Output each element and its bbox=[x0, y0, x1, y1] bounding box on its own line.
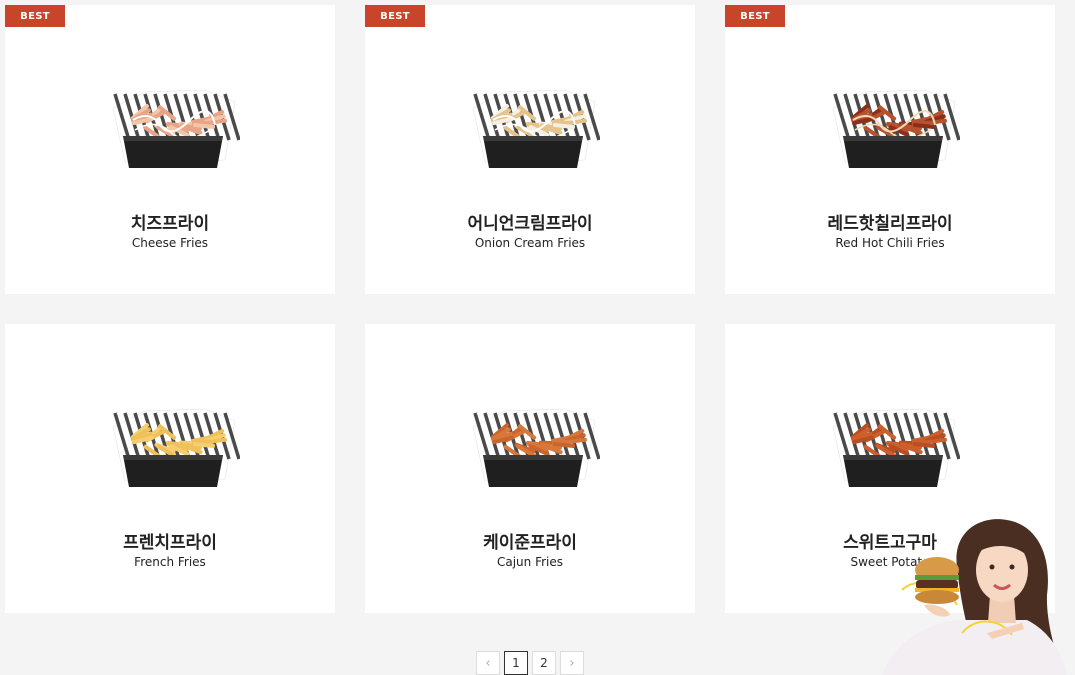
product-name-korean: 어니언크림프라이 bbox=[467, 214, 593, 234]
product-name-english: French Fries bbox=[134, 555, 206, 569]
product-card[interactable]: BEST 치즈프라이 Cheese Fries bbox=[5, 5, 335, 294]
fries-box-image bbox=[832, 89, 960, 168]
product-name-korean: 치즈프라이 bbox=[130, 214, 210, 234]
fries-box-image bbox=[112, 408, 240, 487]
product-name-korean: 케이준프라이 bbox=[483, 533, 577, 553]
best-badge: BEST bbox=[365, 5, 425, 27]
promo-model-with-burger-image bbox=[882, 519, 1067, 675]
best-badge: BEST bbox=[5, 5, 65, 27]
product-name-english: Cheese Fries bbox=[131, 236, 209, 250]
page-1-button[interactable]: 1 bbox=[504, 651, 528, 675]
product-name-english: Cajun Fries bbox=[496, 555, 564, 569]
product-name-english: Red Hot Chili Fries bbox=[835, 236, 945, 250]
fries-box-image bbox=[472, 89, 600, 168]
best-badge: BEST bbox=[725, 5, 785, 27]
pagination: ‹ 1 2 › bbox=[476, 651, 584, 675]
product-card[interactable]: 케이준프라이 Cajun Fries bbox=[365, 324, 695, 613]
product-card[interactable]: BEST 레드핫칠리프라이 Red Hot Chili Fries bbox=[725, 5, 1055, 294]
fries-box-image bbox=[112, 89, 240, 168]
prev-page-button[interactable]: ‹ bbox=[476, 651, 500, 675]
page-2-button[interactable]: 2 bbox=[532, 651, 556, 675]
product-name-english: Onion Cream Fries bbox=[474, 236, 586, 250]
next-page-button[interactable]: › bbox=[560, 651, 584, 675]
fries-box-image bbox=[472, 408, 600, 487]
fries-box-image bbox=[832, 408, 960, 487]
product-name-korean: 프렌치프라이 bbox=[123, 533, 217, 553]
product-name-korean: 레드핫칠리프라이 bbox=[827, 214, 953, 234]
product-card[interactable]: 프렌치프라이 French Fries bbox=[5, 324, 335, 613]
product-card[interactable]: BEST 어니언크림프라이 Onion Cream Fries bbox=[365, 5, 695, 294]
